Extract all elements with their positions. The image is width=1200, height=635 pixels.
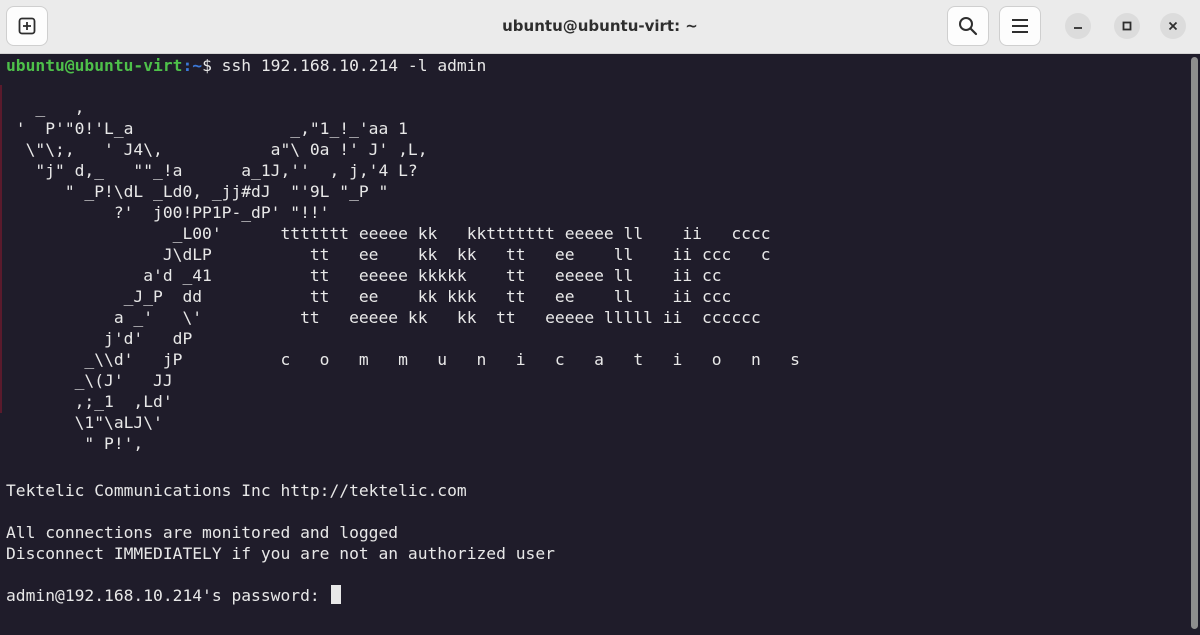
company-line: Tektelic Communications Inc http://tekte…: [6, 481, 467, 500]
maximize-button[interactable]: [1114, 13, 1140, 39]
banner-line: _\(J' JJ: [6, 371, 173, 390]
hamburger-menu-icon: [1012, 19, 1028, 33]
banner-line: " _P!\dL _Ld0, _jj#dJ "'9L "_P ": [6, 182, 389, 201]
command-line: ubuntu@ubuntu-virt:~$ ssh 192.168.10.214…: [6, 55, 486, 76]
banner-line: ' P'"0!'L_a _,"1_!_'aa 1: [6, 119, 408, 138]
banner-line: J\dLP tt ee kk kk tt ee ll ii ccc c: [6, 245, 771, 264]
close-button[interactable]: [1160, 13, 1186, 39]
banner-line: _ ,: [6, 98, 85, 117]
banner-line: _J_P dd tt ee kk kkk tt ee ll ii ccc: [6, 287, 732, 306]
prompt-user-host: ubuntu@ubuntu-virt: [6, 56, 183, 75]
text-cursor: [331, 585, 342, 604]
minimize-icon: [1074, 27, 1082, 29]
decorative-strip: [0, 85, 2, 413]
banner-line: \1"\aLJ\': [6, 413, 163, 432]
banner-line: ,;_1 ,Ld': [6, 392, 173, 411]
warning-line: Disconnect IMMEDIATELY if you are not an…: [6, 544, 555, 563]
title-bar: ubuntu@ubuntu-virt: ~: [0, 0, 1200, 54]
banner-line: "j" d,_ ""_!a a_1J,'' , j,'4 L?: [6, 161, 418, 180]
minimize-button[interactable]: [1065, 13, 1091, 39]
banner-line: _L00' ttttttt eeeee kk kkttttttt eeeee l…: [6, 224, 771, 243]
new-tab-button[interactable]: [6, 6, 48, 46]
prompt-symbol: $: [202, 56, 222, 75]
password-prompt-line[interactable]: admin@192.168.10.214's password:: [6, 585, 342, 606]
maximize-icon: [1122, 21, 1132, 31]
password-prompt: admin@192.168.10.214's password:: [6, 586, 330, 605]
search-button[interactable]: [947, 6, 989, 46]
prompt-path: :~: [182, 56, 203, 75]
banner-line: a _' \' tt eeeee kk kk tt eeeee lllll ii…: [6, 308, 761, 327]
search-icon: [959, 17, 978, 36]
banner-line: \"\;, ' J4\, a"\ 0a !' J' ,L,: [6, 140, 428, 159]
banner-line: ?' j00!PP1P-_dP' "!!': [6, 203, 330, 222]
command-text: ssh 192.168.10.214 -l admin: [221, 56, 487, 75]
scrollbar[interactable]: [1191, 57, 1198, 629]
banner-line: j'd' dP: [6, 329, 193, 348]
menu-button[interactable]: [999, 6, 1041, 46]
banner-line: _\\d' jP c o m m u n i c a t i o n s: [6, 350, 800, 369]
plus-square-icon: [18, 17, 36, 35]
terminal-area[interactable]: ubuntu@ubuntu-virt:~$ ssh 192.168.10.214…: [0, 55, 1200, 635]
banner-line: " P!',: [6, 434, 144, 453]
warning-line: All connections are monitored and logged: [6, 523, 399, 542]
close-icon: [1168, 21, 1178, 31]
banner-line: a'd _41 tt eeeee kkkkk tt eeeee ll ii cc: [6, 266, 722, 285]
